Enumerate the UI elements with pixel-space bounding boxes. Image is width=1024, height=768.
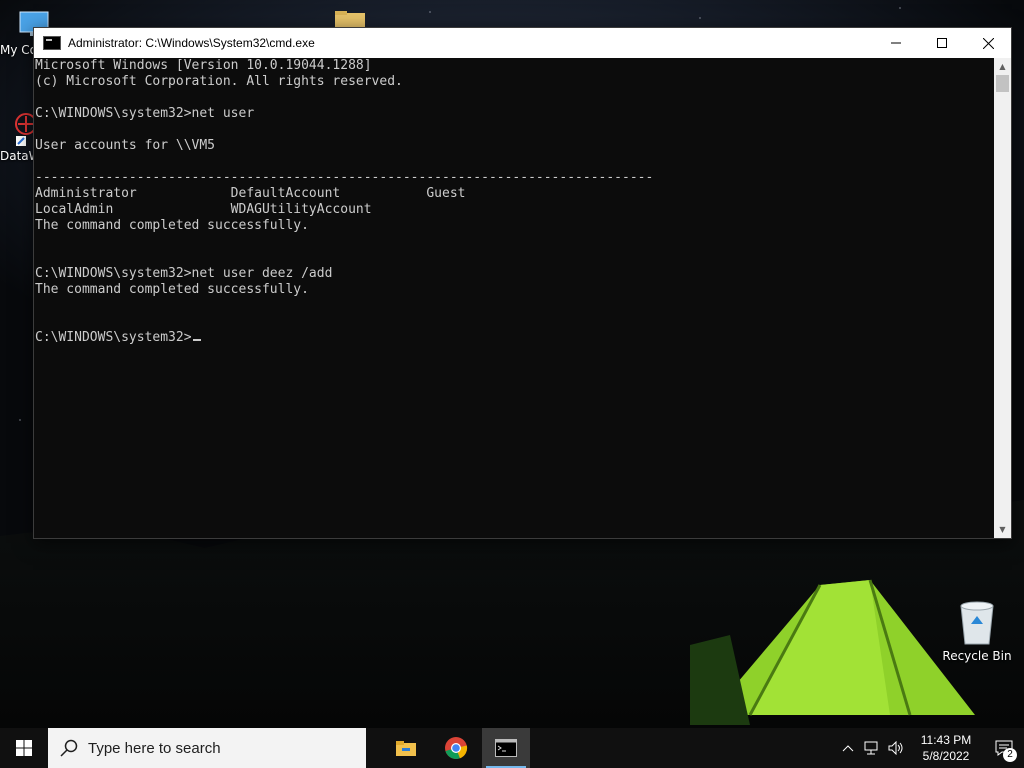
console-output[interactable]: Microsoft Windows [Version 10.0.19044.12… [34,58,994,538]
recycle-bin-icon [960,601,994,645]
notification-badge: 2 [1003,748,1017,762]
desktop-icon-label: My Co [0,43,37,57]
console-line: Administrator DefaultAccount Guest [35,186,466,201]
console-line: LocalAdmin WDAGUtilityAccount [35,202,372,217]
cmd-icon [495,739,517,757]
search-placeholder: Type here to search [88,739,221,757]
start-button[interactable] [0,728,48,768]
minimize-button[interactable] [873,28,919,58]
vertical-scrollbar[interactable]: ▲ ▼ [994,58,1011,538]
close-icon [982,37,994,49]
show-hidden-icons-chevron-up-icon[interactable] [836,744,860,752]
console-line: C:\WINDOWS\system32>net user deez /add [35,266,333,281]
taskbar: Type here to search 11:43 PM 5/8/2022 2 [0,728,1024,768]
console-line: ----------------------------------------… [35,170,654,185]
chrome-icon [445,737,468,760]
console-line: The command completed successfully. [35,282,309,297]
taskbar-search-box[interactable]: Type here to search [48,728,366,768]
desktop-icon-label: Recycle Bin [942,649,1012,663]
window-title: Administrator: C:\Windows\System32\cmd.e… [68,36,315,50]
scrollbar-thumb[interactable] [996,75,1009,92]
tent-illustration [690,579,975,725]
window-titlebar[interactable]: Administrator: C:\Windows\System32\cmd.e… [34,28,1011,58]
console-line: User accounts for \\VM5 [35,138,216,153]
folder-icon [335,11,365,28]
scroll-down-arrow-icon[interactable]: ▼ [994,521,1011,538]
system-tray: 11:43 PM 5/8/2022 2 [836,728,1024,768]
console-line: The command completed successfully. [35,218,309,233]
taskbar-chrome[interactable] [432,728,480,768]
console-line: C:\WINDOWS\system32>net user [35,106,255,121]
network-icon[interactable] [860,741,884,755]
taskbar-cmd[interactable] [482,728,530,768]
volume-icon[interactable] [884,741,908,755]
text-cursor [192,339,201,341]
close-button[interactable] [965,28,1011,58]
taskbar-file-explorer[interactable] [382,728,430,768]
file-explorer-icon [396,741,416,756]
console-line: Microsoft Windows [Version 10.0.19044.12… [35,58,372,73]
taskbar-clock[interactable]: 11:43 PM 5/8/2022 [908,732,984,764]
action-center-button[interactable]: 2 [984,728,1024,768]
scroll-up-arrow-icon[interactable]: ▲ [994,58,1011,75]
search-icon [60,739,78,757]
console-line: (c) Microsoft Corporation. All rights re… [35,74,403,89]
cmd-window[interactable]: Administrator: C:\Windows\System32\cmd.e… [33,27,1012,539]
console-line: C:\WINDOWS\system32> [35,330,994,346]
clock-date: 5/8/2022 [922,749,970,763]
cmd-icon [43,36,61,50]
clock-time: 11:43 PM [920,733,972,747]
maximize-icon [937,38,947,48]
minimize-icon [891,42,901,44]
windows-logo-icon [16,740,32,756]
maximize-button[interactable] [919,28,965,58]
desktop-icon-recycle-bin[interactable]: Recycle Bin [942,600,1012,663]
